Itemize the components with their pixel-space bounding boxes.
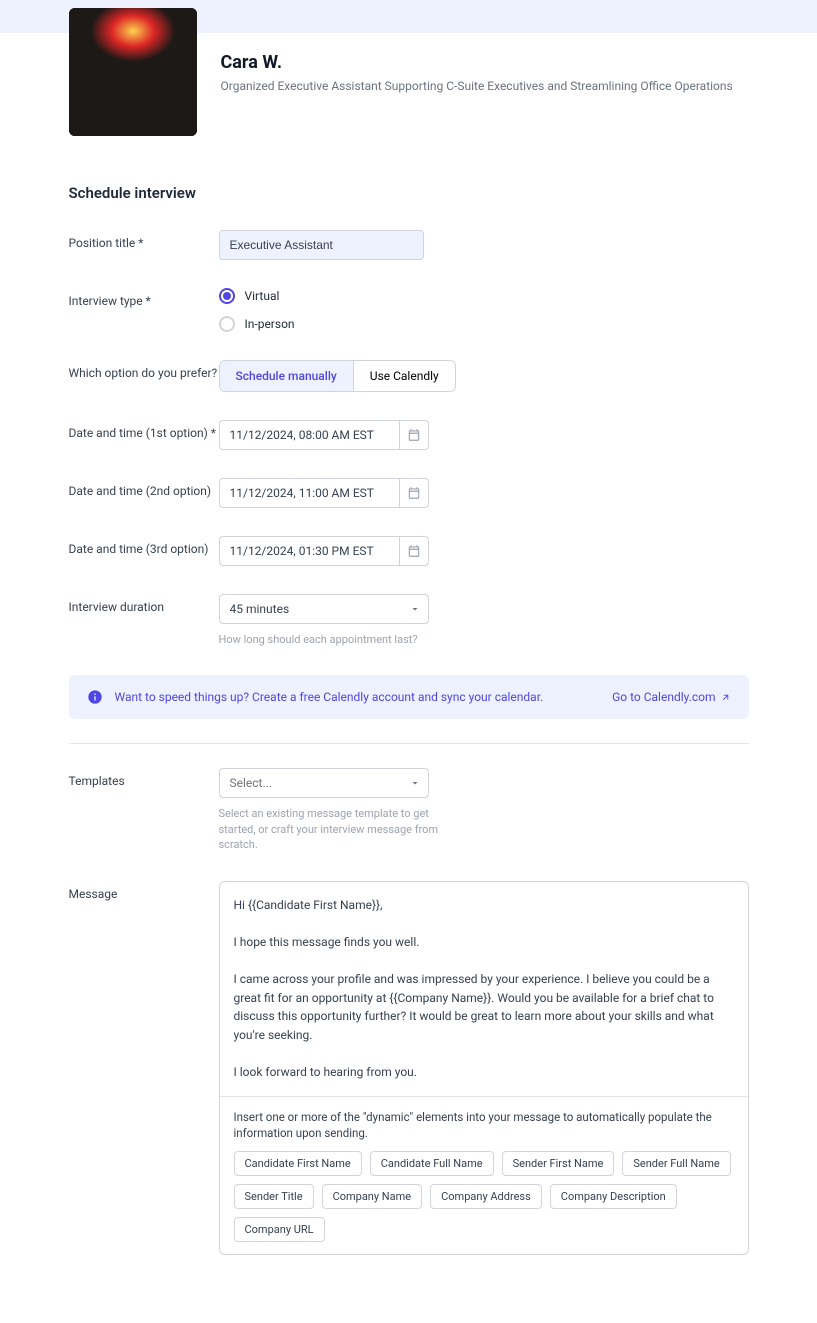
position-label: Position title * — [69, 230, 219, 250]
calendar-icon — [407, 428, 421, 442]
calendly-link[interactable]: Go to Calendly.com — [612, 690, 730, 704]
use-calendly-button[interactable]: Use Calendly — [354, 361, 455, 391]
datetime1-input[interactable] — [219, 420, 399, 450]
tag-candidate-full-name[interactable]: Candidate Full Name — [370, 1151, 494, 1176]
tag-company-description[interactable]: Company Description — [550, 1184, 677, 1209]
datetime3-picker-button[interactable] — [399, 536, 429, 566]
message-box: Hi {{Candidate First Name}}, I hope this… — [219, 881, 749, 1255]
templates-label: Templates — [69, 768, 219, 788]
radio-icon — [219, 288, 235, 304]
scheduling-pref-label: Which option do you prefer? — [69, 360, 219, 380]
tag-company-url[interactable]: Company URL — [234, 1217, 325, 1242]
datetime2-picker-button[interactable] — [399, 478, 429, 508]
message-textarea[interactable]: Hi {{Candidate First Name}}, I hope this… — [220, 882, 748, 1096]
datetime2-input[interactable] — [219, 478, 399, 508]
calendly-link-label: Go to Calendly.com — [612, 690, 715, 704]
tag-sender-full-name[interactable]: Sender Full Name — [622, 1151, 730, 1176]
tag-sender-title[interactable]: Sender Title — [234, 1184, 314, 1209]
divider — [69, 743, 749, 744]
datetime3-label: Date and time (3rd option) — [69, 536, 219, 556]
datetime3-input[interactable] — [219, 536, 399, 566]
position-title-input[interactable] — [219, 230, 424, 260]
profile-name: Cara W. — [221, 52, 733, 73]
scheduling-segmented: Schedule manually Use Calendly — [219, 360, 456, 392]
calendly-callout: Want to speed things up? Create a free C… — [69, 675, 749, 719]
radio-icon — [219, 316, 235, 332]
external-link-icon — [720, 692, 731, 703]
radio-virtual[interactable]: Virtual — [219, 288, 749, 304]
dynamic-help: Insert one or more of the "dynamic" elem… — [234, 1109, 734, 1141]
datetime1-picker-button[interactable] — [399, 420, 429, 450]
tags-container: Candidate First Name Candidate Full Name… — [234, 1151, 734, 1242]
info-icon — [87, 689, 103, 705]
schedule-manually-button[interactable]: Schedule manually — [220, 361, 354, 391]
duration-label: Interview duration — [69, 594, 219, 614]
profile-header: Cara W. Organized Executive Assistant Su… — [69, 8, 749, 136]
avatar — [69, 8, 197, 136]
tag-sender-first-name[interactable]: Sender First Name — [502, 1151, 615, 1176]
duration-help: How long should each appointment last? — [219, 632, 459, 647]
templates-help: Select an existing message template to g… — [219, 806, 459, 852]
dynamic-elements-panel: Insert one or more of the "dynamic" elem… — [220, 1096, 748, 1254]
datetime2-label: Date and time (2nd option) — [69, 478, 219, 498]
tag-company-name[interactable]: Company Name — [322, 1184, 423, 1209]
page-title: Schedule interview — [69, 184, 749, 202]
message-label: Message — [69, 881, 219, 901]
interview-type-label: Interview type * — [69, 288, 219, 308]
datetime1-label: Date and time (1st option) * — [69, 420, 219, 440]
duration-select[interactable] — [219, 594, 429, 624]
calendar-icon — [407, 486, 421, 500]
radio-in-person[interactable]: In-person — [219, 316, 749, 332]
radio-in-person-label: In-person — [245, 317, 295, 331]
templates-select[interactable] — [219, 768, 429, 798]
tag-company-address[interactable]: Company Address — [430, 1184, 542, 1209]
profile-tagline: Organized Executive Assistant Supporting… — [221, 79, 733, 93]
calendar-icon — [407, 544, 421, 558]
callout-text: Want to speed things up? Create a free C… — [115, 690, 613, 704]
tag-candidate-first-name[interactable]: Candidate First Name — [234, 1151, 362, 1176]
radio-virtual-label: Virtual — [245, 289, 280, 303]
